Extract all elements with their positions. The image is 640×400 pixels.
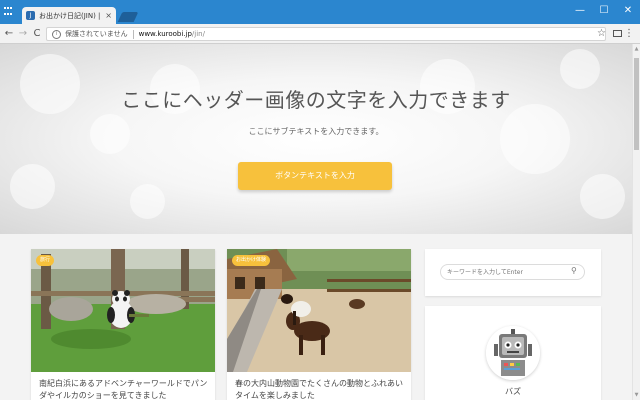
info-icon[interactable]: i: [52, 29, 61, 39]
search-widget: ⚲: [425, 249, 601, 296]
forward-arrow-icon[interactable]: →: [17, 27, 29, 41]
search-input[interactable]: [440, 264, 585, 280]
robot-avatar-icon: [486, 326, 540, 380]
security-status: 保護されていません: [65, 30, 128, 38]
hero-cta-button[interactable]: ボタンテキストを入力: [238, 162, 392, 190]
favicon-icon: J: [26, 11, 35, 20]
avatar[interactable]: [486, 326, 540, 380]
article-title[interactable]: 春の大内山動物園でたくさんの動物とふれあいタイムを楽しみました: [235, 378, 407, 400]
url-path: /jin/: [191, 30, 205, 38]
extension-icon[interactable]: [613, 30, 622, 37]
hero-bokeh: [130, 184, 165, 219]
url-host: www.kuroobi.jp: [138, 30, 192, 38]
hero-subtitle: ここにサブテキストを入力できます。: [248, 127, 384, 136]
pony-photo[interactable]: [227, 249, 411, 372]
browser-tab[interactable]: J お出かけ日記(JIN) | Just a ×: [22, 7, 116, 24]
hero-header: ここにヘッダー画像の文字を入力できます ここにサブテキストを入力できます。 ボタ…: [0, 44, 632, 234]
browser-menu-icon[interactable]: ⋮: [624, 28, 634, 40]
reload-icon[interactable]: C: [31, 27, 43, 41]
article-card[interactable]: お出かけ体験 春の大内山動物園でたくさんの動物とふれあいタイムを楽しみました: [227, 249, 411, 400]
article-title[interactable]: 南紀白浜にあるアドベンチャーワールドでパンダやイルカのショーを見てきました: [39, 378, 211, 400]
scroll-thumb[interactable]: [634, 58, 639, 150]
hero-bokeh: [500, 104, 570, 174]
hero-bokeh: [10, 164, 55, 209]
hero-bokeh: [560, 49, 600, 89]
profile-name: バズ: [505, 387, 521, 396]
article-card[interactable]: 旅行 南紀白浜にあるアドベンチャーワールドでパンダやイルカのショーを見てきました: [31, 249, 215, 400]
tab-title: お出かけ日記(JIN) | Just a: [39, 11, 102, 20]
window-titlebar: J お出かけ日記(JIN) | Just a × — ☐ ✕: [0, 0, 640, 24]
back-arrow-icon[interactable]: ←: [3, 27, 15, 41]
minimize-icon[interactable]: —: [568, 0, 592, 20]
scroll-down-arrow-icon[interactable]: ▼: [633, 392, 640, 398]
page-viewport: ここにヘッダー画像の文字を入力できます ここにサブテキストを入力できます。 ボタ…: [0, 44, 632, 400]
window-close-icon[interactable]: ✕: [616, 0, 640, 20]
apps-grid-icon[interactable]: [4, 7, 14, 17]
address-bar[interactable]: i 保護されていません www.kuroobi.jp /jin/: [46, 27, 606, 41]
profile-widget: バズ: [425, 306, 601, 400]
category-badge[interactable]: お出かけ体験: [232, 255, 271, 266]
new-tab-button[interactable]: [117, 12, 139, 22]
url-separator: [132, 29, 134, 39]
tab-close-icon[interactable]: ×: [105, 11, 112, 20]
browser-toolbar: ← → C i 保護されていません www.kuroobi.jp /jin/ ☆…: [0, 24, 640, 44]
scroll-up-arrow-icon[interactable]: ▲: [633, 46, 640, 52]
search-icon[interactable]: ⚲: [571, 266, 577, 276]
window-controls: — ☐ ✕: [568, 0, 640, 20]
category-badge[interactable]: 旅行: [36, 255, 55, 266]
bookmark-star-icon[interactable]: ☆: [597, 28, 606, 40]
panda-photo[interactable]: [31, 249, 215, 372]
hero-title: ここにヘッダー画像の文字を入力できます: [121, 88, 511, 112]
page-scrollbar[interactable]: ▲ ▼: [632, 44, 640, 400]
hero-bokeh: [580, 174, 625, 219]
maximize-icon[interactable]: ☐: [592, 0, 616, 20]
